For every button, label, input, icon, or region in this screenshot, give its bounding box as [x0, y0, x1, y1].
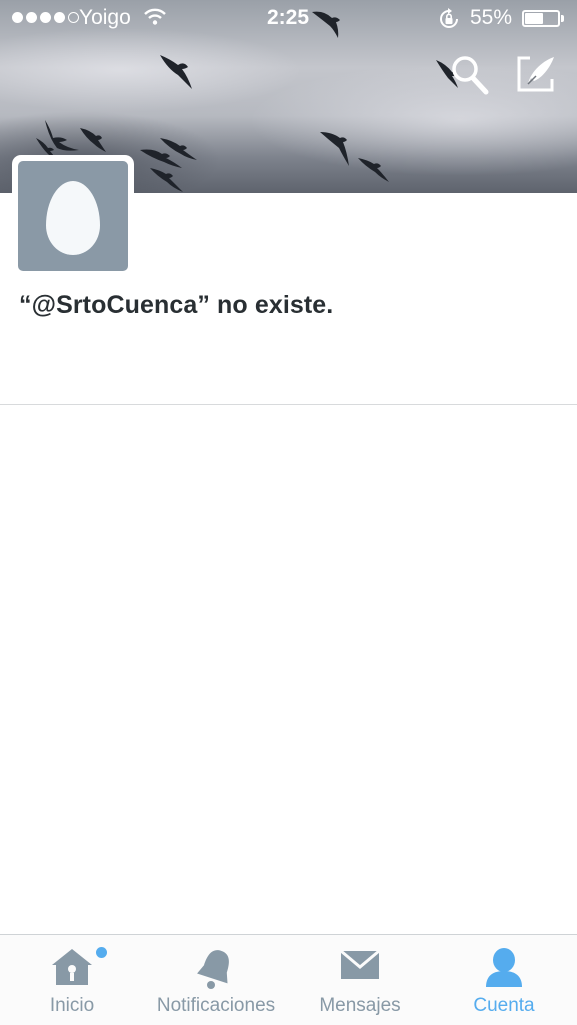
signal-dot-empty — [68, 12, 79, 23]
tab-label: Notificaciones — [156, 995, 276, 1016]
signal-strength-indicator — [12, 12, 79, 23]
account-not-found-message: “@SrtoCuenca” no existe. — [19, 291, 334, 319]
tab-mensajes[interactable]: Mensajes — [288, 935, 432, 1025]
battery-level-fill — [525, 13, 543, 24]
new-content-badge — [96, 947, 107, 958]
status-bar: Yoigo 2:25 55% — [0, 0, 577, 40]
tab-label: Inicio — [49, 995, 95, 1016]
status-time: 2:25 — [267, 6, 310, 29]
envelope-icon — [340, 947, 380, 986]
battery-percent: 55% — [470, 6, 513, 29]
signal-dot — [54, 12, 65, 23]
wifi-icon — [144, 8, 166, 32]
carrier-name: Yoigo — [79, 6, 131, 29]
section-divider — [0, 404, 577, 405]
compose-tweet-button[interactable] — [516, 54, 556, 99]
tab-label: Mensajes — [319, 995, 401, 1016]
bottom-tab-bar: Inicio Notificaciones Mensajes Cuenta — [0, 934, 577, 1025]
tab-inicio[interactable]: Inicio — [0, 935, 144, 1025]
search-button[interactable] — [450, 54, 490, 101]
compose-icon — [517, 56, 554, 92]
signal-dot — [26, 12, 37, 23]
tab-cuenta[interactable]: Cuenta — [432, 935, 576, 1025]
default-avatar-background — [18, 161, 128, 271]
profile-avatar — [12, 155, 134, 277]
search-icon — [452, 56, 489, 95]
tab-notificaciones[interactable]: Notificaciones — [144, 935, 288, 1025]
signal-dot — [12, 12, 23, 23]
battery-icon — [522, 10, 560, 27]
egg-icon — [46, 181, 100, 255]
rotation-lock-icon — [438, 8, 460, 36]
tab-label: Cuenta — [473, 995, 535, 1016]
battery-tip — [561, 15, 564, 22]
home-icon — [50, 947, 94, 992]
person-icon — [484, 947, 524, 994]
signal-dot — [40, 12, 51, 23]
bell-icon — [196, 947, 236, 994]
